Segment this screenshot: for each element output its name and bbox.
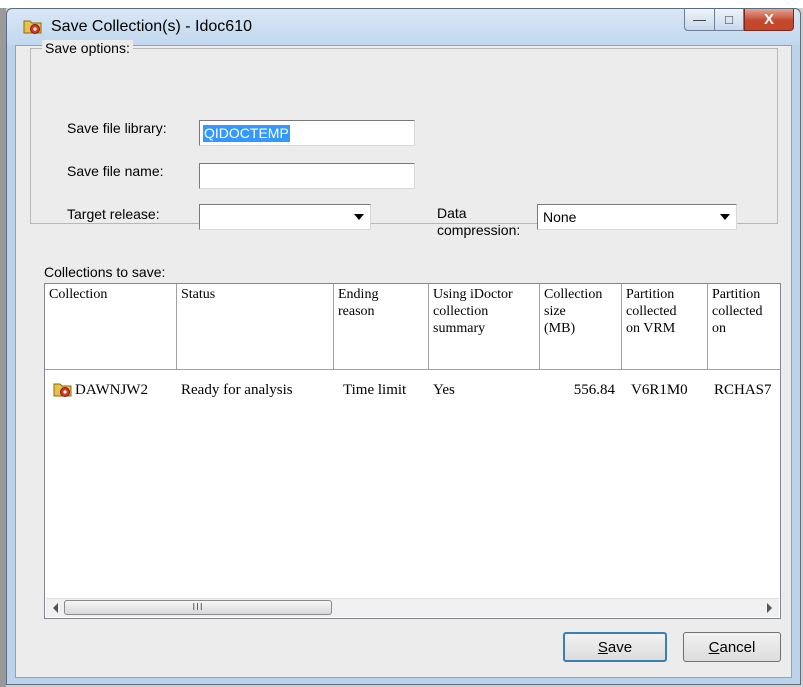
- cell-ending-reason: Time limit: [343, 382, 407, 398]
- save-mnemonic: S: [597, 638, 608, 656]
- column-header-collection-size[interactable]: Collection size (MB): [540, 284, 622, 370]
- save-file-name-label: Save file name:: [67, 163, 164, 179]
- background-page-strip: [0, 0, 803, 8]
- collections-list[interactable]: Collection Status Ending reason Using iD…: [44, 283, 781, 619]
- column-header-ending-reason[interactable]: Ending reason: [334, 284, 429, 370]
- window-title: Save Collection(s) - Idoc610: [51, 18, 252, 35]
- close-icon: X: [763, 11, 774, 28]
- minimize-button[interactable]: —: [684, 9, 714, 31]
- collections-to-save-label: Collections to save:: [44, 264, 166, 280]
- minimize-icon: —: [693, 12, 706, 27]
- maximize-icon: □: [725, 12, 733, 27]
- cell-using-summary: Yes: [433, 382, 455, 398]
- cancel-label-rest: ancel: [719, 638, 756, 656]
- save-button[interactable]: Save: [563, 632, 667, 662]
- scroll-right-icon[interactable]: [767, 603, 772, 613]
- data-compression-dropdown[interactable]: None: [537, 204, 737, 230]
- column-header-collection[interactable]: Collection: [45, 284, 177, 370]
- maximize-button[interactable]: □: [714, 9, 744, 31]
- column-header-using-summary[interactable]: Using iDoctor collection summary: [429, 284, 540, 370]
- cell-partition: RCHAS7: [714, 382, 772, 398]
- save-file-library-label: Save file library:: [67, 120, 167, 136]
- save-file-library-value: QIDOCTEMP: [203, 125, 290, 142]
- column-header-status[interactable]: Status: [177, 284, 334, 370]
- cell-status: Ready for analysis: [181, 382, 293, 398]
- cell-collection-size: 556.84: [573, 382, 615, 398]
- column-header-partition[interactable]: Partition collected on: [708, 284, 780, 370]
- data-compression-label-line1: Data: [437, 205, 467, 221]
- target-release-label: Target release:: [67, 206, 160, 222]
- scrollbar-thumb[interactable]: III: [64, 600, 332, 615]
- cancel-button[interactable]: Cancel: [683, 632, 781, 662]
- data-compression-label: Data compression:: [437, 205, 520, 239]
- chevron-down-icon: [354, 214, 364, 220]
- close-button[interactable]: X: [744, 9, 794, 31]
- horizontal-scrollbar[interactable]: III: [46, 598, 779, 617]
- target-release-dropdown[interactable]: [199, 204, 371, 230]
- save-file-name-input[interactable]: [199, 163, 415, 189]
- data-compression-value: None: [543, 209, 577, 225]
- cell-collection: DAWNJW2: [75, 382, 148, 398]
- cell-vrm: V6R1M0: [631, 382, 688, 398]
- collection-folder-icon: [23, 20, 42, 34]
- chevron-down-icon: [720, 214, 730, 220]
- save-options-legend: Save options:: [42, 40, 133, 56]
- grip-icon: III: [192, 602, 204, 613]
- collection-folder-icon: [53, 383, 72, 397]
- column-header-vrm[interactable]: Partition collected on VRM: [622, 284, 708, 370]
- cancel-mnemonic: C: [708, 638, 720, 656]
- save-file-library-input[interactable]: QIDOCTEMP: [199, 120, 415, 146]
- save-label-rest: ave: [607, 638, 633, 656]
- window-controls: — □ X: [684, 9, 794, 31]
- data-compression-label-line2: compression:: [437, 222, 521, 238]
- scroll-left-icon[interactable]: [53, 603, 58, 613]
